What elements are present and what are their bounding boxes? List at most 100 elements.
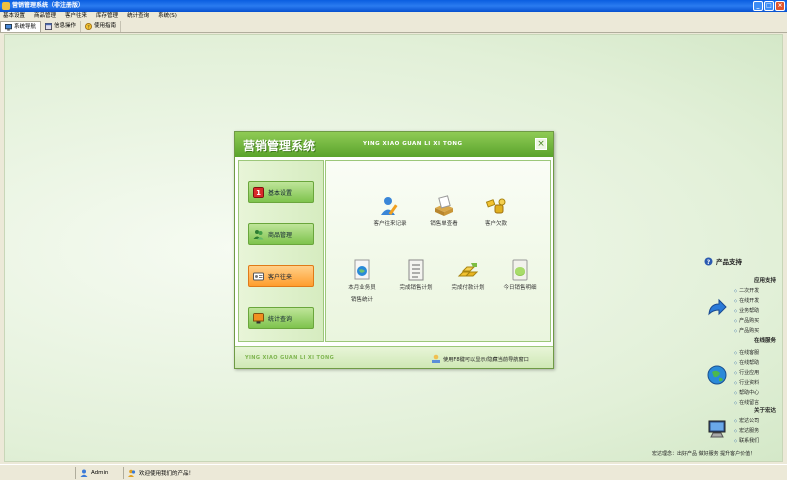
item-monthly-salesperson-label: 本月业务员 [348, 285, 376, 291]
title-bar: 营销管理系统（非注册版） _ □ × [0, 0, 787, 12]
link-service[interactable]: 宏达服务 [734, 426, 759, 436]
item-customer-records-label: 客户往来记录 [373, 221, 407, 227]
link-contact[interactable]: 联系我们 [734, 436, 759, 446]
item-monthly-salesperson-stats[interactable]: 本月业务员 销售统计 [340, 259, 384, 305]
nav-statistics-query-label: 统计查询 [268, 315, 293, 323]
help-circle-icon: ? [704, 257, 713, 266]
nav-customer-dealings-label: 客户往来 [268, 273, 293, 281]
money-bag-icon [485, 198, 506, 214]
dialog-title: 营销管理系统 [243, 139, 316, 153]
item-customer-debt-label: 客户欠款 [484, 221, 507, 227]
tab-system-navigation[interactable]: 系统导航 [0, 21, 42, 32]
link-industry-app[interactable]: 行业应用 [734, 368, 759, 378]
nav-product-management-label: 商品管理 [268, 231, 293, 239]
product-support-panel: ? 产品支持 应用支持 二次开发 在线开发 业务帮助 产品购买 产品购买 在线服… [702, 252, 782, 462]
status-user-cell: Admin [76, 466, 124, 479]
status-empty-cell [0, 466, 76, 479]
id-card-icon [253, 272, 264, 280]
app-support-list: 二次开发 在线开发 业务帮助 产品购买 产品购买 [734, 286, 759, 336]
app-icon [2, 2, 10, 10]
section-about: 关于宏达 [753, 408, 776, 414]
nav-product-management-button[interactable]: 商品管理 [248, 223, 314, 245]
computer-icon [708, 420, 726, 438]
nav-statistics-query-button[interactable]: 统计查询 [248, 307, 314, 329]
dialog-footer: YING XIAO GUAN LI XI TONG 使用F8键可以显示/隐藏当前… [235, 346, 553, 368]
section-online-service: 在线服务 [753, 338, 776, 344]
link-product-purchase[interactable]: 产品购买 [734, 326, 759, 336]
tab-user-guide[interactable]: ? 使用指南 [81, 21, 122, 32]
item-sales-orders[interactable]: 销售单查看 [422, 195, 466, 229]
menu-statistics-query[interactable]: 统计查询 [127, 12, 149, 21]
tab-info-operation[interactable]: 信息操作 [41, 21, 82, 32]
menu-product-management[interactable]: 商品管理 [34, 12, 56, 21]
link-secondary-dev[interactable]: 二次开发 [734, 286, 759, 296]
window-title: 营销管理系统（非注册版） [12, 2, 85, 9]
nav-customer-dealings-button[interactable]: 客户往来 [248, 265, 314, 287]
window-icon [45, 23, 53, 30]
menu-inventory-management[interactable]: 库存管理 [96, 12, 118, 21]
people-icon [253, 229, 264, 239]
close-button[interactable]: × [775, 1, 785, 11]
document-box-icon [435, 195, 453, 216]
dialog-header: 营销管理系统 YING XIAO GUAN LI XI TONG × [235, 132, 553, 157]
item-today-sales-detail-label: 今日销售明细 [503, 285, 537, 291]
dialog-close-button[interactable]: × [535, 138, 547, 150]
support-title: ? 产品支持 [704, 256, 742, 266]
support-title-text: 产品支持 [716, 258, 742, 266]
status-username: Admin [91, 469, 109, 476]
blue-arrow-icon [708, 298, 727, 316]
toolbar: 系统导航 信息操作 ? 使用指南 [0, 21, 787, 33]
link-business-help[interactable]: 业务帮助 [734, 306, 759, 316]
menu-customer-dealings[interactable]: 客户往来 [65, 12, 87, 21]
menu-system[interactable]: 系统(S) [158, 12, 177, 21]
help-icon: ? [85, 23, 93, 30]
nav-basic-settings-label: 基本设置 [268, 189, 293, 197]
footer-hint-text: 使用F8键可以显示/隐藏当前导航窗口 [443, 356, 529, 363]
gold-bars-icon [457, 263, 479, 277]
svg-text:1: 1 [256, 189, 261, 197]
item-sales-plan-label: 完成销售计划 [399, 285, 433, 291]
item-customer-records[interactable]: 客户往来记录 [366, 195, 414, 229]
online-service-list: 在线客服 在线帮助 行业应用 行业资料 帮助中心 在线留言 [734, 348, 759, 408]
link-online-help[interactable]: 在线帮助 [734, 358, 759, 368]
status-welcome-cell: 欢迎使用我们的产品！ [124, 467, 364, 479]
svg-text:?: ? [707, 259, 711, 266]
coin-page-icon [512, 259, 528, 281]
link-online-cs[interactable]: 在线客服 [734, 348, 759, 358]
section-app-support: 应用支持 [753, 278, 776, 284]
people-icon [128, 469, 136, 477]
footer-hint: 使用F8键可以显示/隐藏当前导航窗口 [431, 354, 529, 364]
about-list: 宏达公司 宏达服务 联系我们 [734, 416, 759, 446]
link-online-dev[interactable]: 在线开发 [734, 296, 759, 306]
item-sales-plan[interactable]: 完成销售计划 [392, 259, 440, 293]
item-payment-plan[interactable]: 完成付款计划 [444, 259, 492, 293]
minimize-button[interactable]: _ [753, 1, 763, 11]
checklist-icon [408, 259, 424, 281]
link-company[interactable]: 宏达公司 [734, 416, 759, 426]
user-laptop-icon [432, 354, 440, 363]
status-bar: Admin 欢迎使用我们的产品！ [0, 464, 787, 480]
item-customer-debt[interactable]: 客户欠款 [476, 195, 516, 229]
nav-basic-settings-button[interactable]: 1 基本设置 [248, 181, 314, 203]
item-sales-stats-label: 销售统计 [350, 297, 373, 303]
dialog-pinyin: YING XIAO GUAN LI XI TONG [363, 141, 463, 147]
numbered-book-icon: 1 [253, 186, 264, 198]
link-help-center[interactable]: 帮助中心 [734, 388, 759, 398]
maximize-button[interactable]: □ [764, 1, 774, 11]
tab-info-operation-label: 信息操作 [54, 23, 77, 29]
monitor-icon [5, 23, 12, 31]
user-icon [80, 469, 88, 477]
dialog-function-panel: 客户往来记录 销售单查看 客户欠款 本月业务员 销售统计 完成销售计划 完成付款… [325, 160, 551, 342]
person-pen-icon [381, 197, 398, 216]
item-sales-orders-label: 销售单查看 [430, 221, 458, 227]
globe-document-icon [354, 259, 370, 280]
navigation-dialog: 营销管理系统 YING XIAO GUAN LI XI TONG × 1 基本设… [234, 131, 554, 369]
tab-user-guide-label: 使用指南 [94, 23, 117, 29]
item-today-sales-detail[interactable]: 今日销售明细 [496, 259, 544, 293]
menu-basic-settings[interactable]: 基本设置 [3, 12, 25, 21]
monitor-chart-icon [253, 312, 264, 323]
link-product-form[interactable]: 产品购买 [734, 316, 759, 326]
company-slogan: 宏达理念：出好产品 做好服务 提升客户价值！ [652, 451, 756, 457]
link-industry-data[interactable]: 行业资料 [734, 378, 759, 388]
status-welcome-text: 欢迎使用我们的产品！ [139, 470, 195, 477]
